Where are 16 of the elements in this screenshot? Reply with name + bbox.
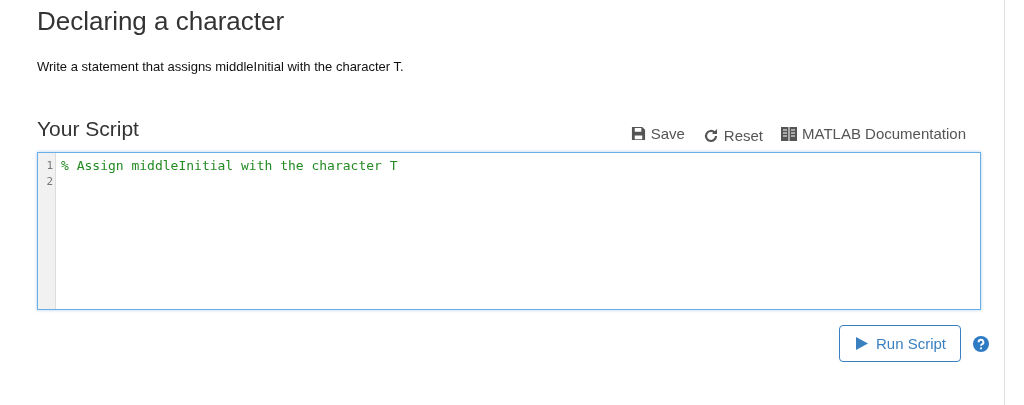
docs-link[interactable]: MATLAB Documentation [781, 125, 966, 142]
play-icon [855, 337, 868, 350]
book-icon [781, 126, 798, 141]
refresh-icon [702, 127, 719, 144]
save-icon [630, 126, 646, 141]
reset-link[interactable]: Reset [702, 127, 764, 144]
line-number: 1 [45, 158, 54, 174]
page-title: Declaring a character [37, 5, 286, 38]
section-heading: Your Script [37, 116, 139, 142]
run-script-button[interactable]: Run Script [838, 325, 961, 362]
instructions-text: Write a statement that assigns middleInitial with the character T. [37, 58, 405, 76]
help-icon[interactable] [973, 335, 989, 352]
code-editor[interactable]: 1 2 % Assign middleInitial with the character T [37, 152, 981, 310]
save-link[interactable]: Save [630, 125, 685, 142]
line-number: 2 [45, 174, 54, 190]
code-comment: % Assign middleInitial with the character T [61, 158, 399, 174]
